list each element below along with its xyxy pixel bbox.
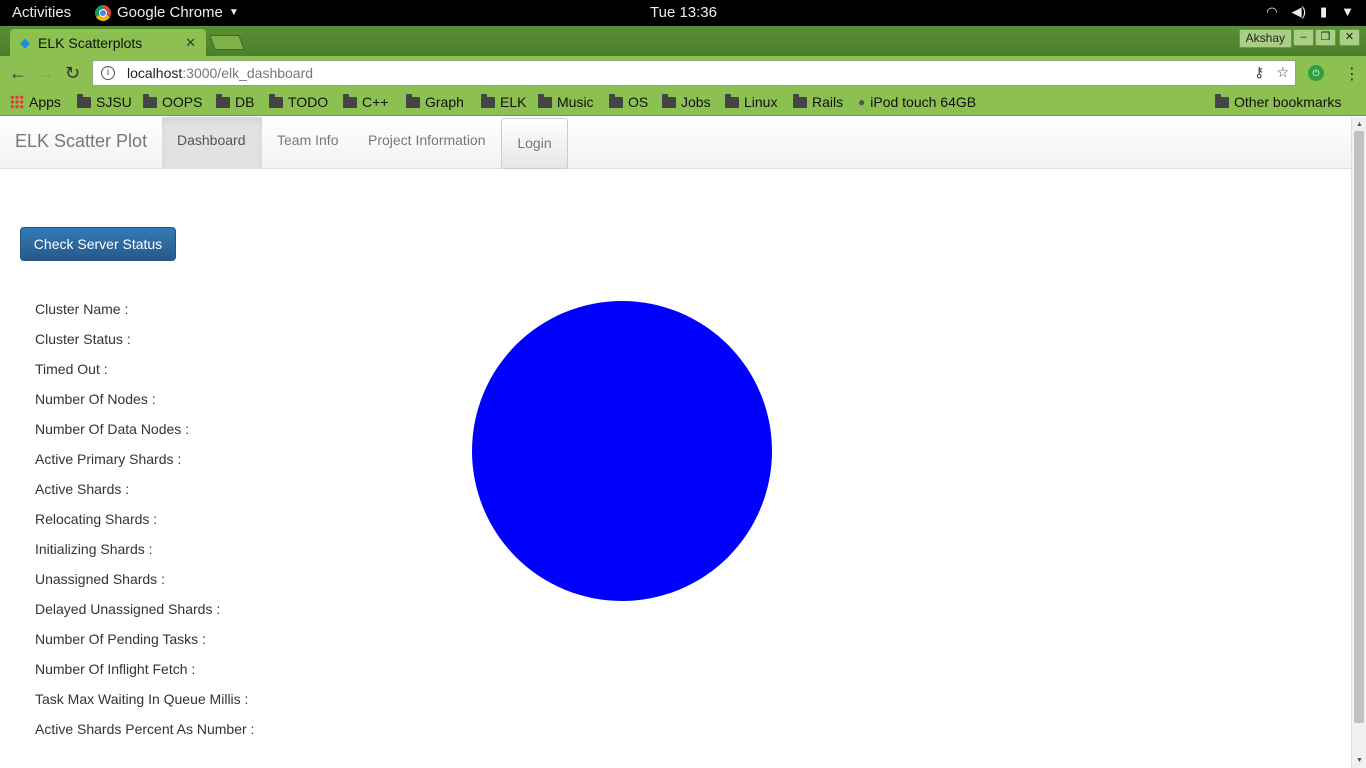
stat-number-of-nodes: Number Of Nodes : <box>35 391 156 407</box>
bookmark-folder[interactable]: Rails <box>793 93 843 110</box>
stat-number-of-data-nodes: Number Of Data Nodes : <box>35 421 190 437</box>
stat-cluster-status: Cluster Status : <box>35 331 131 347</box>
nav-team-info[interactable]: Team Info <box>262 117 353 168</box>
new-tab-button[interactable] <box>209 35 245 50</box>
check-server-status-button[interactable]: Check Server Status <box>20 227 176 261</box>
chrome-icon <box>95 4 111 21</box>
bookmark-folder[interactable]: OS <box>609 93 648 110</box>
stat-active-primary-shards: Active Primary Shards : <box>35 451 182 467</box>
bookmark-folder[interactable]: C++ <box>343 93 388 110</box>
reload-icon[interactable]: ↻ <box>65 63 80 84</box>
stat-active-shards: Active Shards : <box>35 481 130 497</box>
folder-icon <box>481 93 495 108</box>
nav-dashboard[interactable]: Dashboard <box>162 117 262 168</box>
restore-icon[interactable]: ❐ <box>1315 29 1336 46</box>
close-icon[interactable]: ✕ <box>185 35 196 51</box>
stat-relocating-shards: Relocating Shards : <box>35 511 158 527</box>
kibana-favicon-icon: ◆ <box>20 34 30 50</box>
browser-tab[interactable]: ◆ ELK Scatterplots ✕ <box>10 29 206 56</box>
other-bookmarks[interactable]: Other bookmarks <box>1215 93 1341 110</box>
tab-title: ELK Scatterplots <box>38 34 143 51</box>
scroll-thumb[interactable] <box>1354 131 1364 723</box>
navbar-brand[interactable]: ELK Scatter Plot <box>15 131 147 152</box>
folder-icon <box>269 93 283 108</box>
profile-button[interactable]: Akshay <box>1238 29 1292 48</box>
system-tray[interactable]: ◠ ◀) ▮ ▼ <box>1266 4 1354 20</box>
bookmark-folder[interactable]: ELK <box>481 93 526 110</box>
bookmark-folder[interactable]: Jobs <box>662 93 711 110</box>
scroll-down-icon[interactable]: ▼ <box>1356 757 1363 764</box>
nav-project-information[interactable]: Project Information <box>353 117 501 168</box>
page-scrollbar[interactable]: ▲ ▼ <box>1351 117 1366 768</box>
minimize-icon[interactable]: – <box>1293 29 1314 46</box>
wifi-icon: ◠ <box>1266 4 1278 19</box>
folder-icon <box>662 93 676 108</box>
stat-initializing-shards: Initializing Shards : <box>35 541 153 557</box>
back-arrow-icon[interactable]: ← <box>9 63 27 84</box>
site-navbar: ELK Scatter Plot Dashboard Team Info Pro… <box>0 117 1351 169</box>
folder-icon <box>793 93 807 108</box>
app-menu[interactable]: Google Chrome ▼ <box>95 4 239 21</box>
bookmark-folder[interactable]: Music <box>538 93 594 110</box>
key-icon[interactable]: ⚷ <box>1254 64 1264 81</box>
apps-grid-icon <box>10 95 24 109</box>
bookmark-apps[interactable]: Apps <box>10 94 61 110</box>
app-menu-label: Google Chrome <box>117 4 223 21</box>
url-path: :3000/elk_dashboard <box>182 65 314 81</box>
stat-delayed-unassigned-shards: Delayed Unassigned Shards : <box>35 601 221 617</box>
clock[interactable]: Tue 13:36 <box>650 4 717 21</box>
stat-task-max-waiting: Task Max Waiting In Queue Millis : <box>35 691 249 707</box>
status-circle <box>472 301 772 601</box>
stat-timed-out: Timed Out : <box>35 361 108 377</box>
stat-inflight-fetch: Number Of Inflight Fetch : <box>35 661 196 677</box>
bookmark-folder[interactable]: Linux <box>725 93 777 110</box>
cluster-stats-list: Cluster Name : Cluster Status : Timed Ou… <box>35 299 254 749</box>
chevron-down-icon: ▼ <box>228 7 239 18</box>
tab-strip: ◆ ELK Scatterplots ✕ Akshay – ❐ ✕ <box>0 26 1366 56</box>
folder-icon <box>406 93 420 108</box>
page-viewport: ELK Scatter Plot Dashboard Team Info Pro… <box>0 117 1351 768</box>
bookmark-ipod[interactable]: ● iPod touch 64GB <box>858 94 976 110</box>
stat-cluster-name: Cluster Name : <box>35 301 129 317</box>
battery-icon: ▮ <box>1319 4 1328 19</box>
volume-icon: ◀) <box>1291 4 1306 19</box>
forward-arrow-icon[interactable]: → <box>37 63 55 84</box>
close-window-icon[interactable]: ✕ <box>1339 29 1360 46</box>
url-host: localhost <box>127 65 183 81</box>
stat-unassigned-shards: Unassigned Shards : <box>35 571 165 587</box>
apple-icon: ● <box>858 95 866 109</box>
bookmark-folder[interactable]: TODO <box>269 93 328 110</box>
browser-toolbar: ← → ↻ i localhost:3000/elk_dashboard ⚷ ☆… <box>0 56 1366 89</box>
stat-active-shards-percent: Active Shards Percent As Number : <box>35 721 255 737</box>
folder-icon <box>1215 93 1229 108</box>
bookmarks-bar: Apps SJSU OOPS DB TODO C++ Graph ELK Mus… <box>0 89 1366 116</box>
bookmark-folder[interactable]: Graph <box>406 93 464 110</box>
bookmark-folder[interactable]: OOPS <box>143 93 202 110</box>
folder-icon <box>77 93 91 108</box>
folder-icon <box>343 93 357 108</box>
scatter-plot <box>472 301 772 601</box>
info-icon[interactable]: i <box>101 66 115 80</box>
bookmark-folder[interactable]: DB <box>216 93 254 110</box>
chevron-down-icon: ▼ <box>1341 4 1354 19</box>
folder-icon <box>143 93 157 108</box>
folder-icon <box>725 93 739 108</box>
address-bar[interactable]: i localhost:3000/elk_dashboard ⚷ ☆ <box>92 60 1296 86</box>
scroll-up-icon[interactable]: ▲ <box>1356 121 1363 128</box>
login-button[interactable]: Login <box>501 118 568 169</box>
more-menu-icon[interactable]: ⋮ <box>1344 64 1360 84</box>
os-top-bar: Activities Google Chrome ▼ Tue 13:36 ◠ ◀… <box>0 0 1366 26</box>
folder-icon <box>216 93 230 108</box>
bookmark-folder[interactable]: SJSU <box>77 93 132 110</box>
folder-icon <box>538 93 552 108</box>
stat-pending-tasks: Number Of Pending Tasks : <box>35 631 206 647</box>
folder-icon <box>609 93 623 108</box>
star-icon[interactable]: ☆ <box>1276 64 1289 81</box>
activities-button[interactable]: Activities <box>12 4 71 21</box>
extension-icon[interactable]: ⏻ <box>1308 65 1324 81</box>
